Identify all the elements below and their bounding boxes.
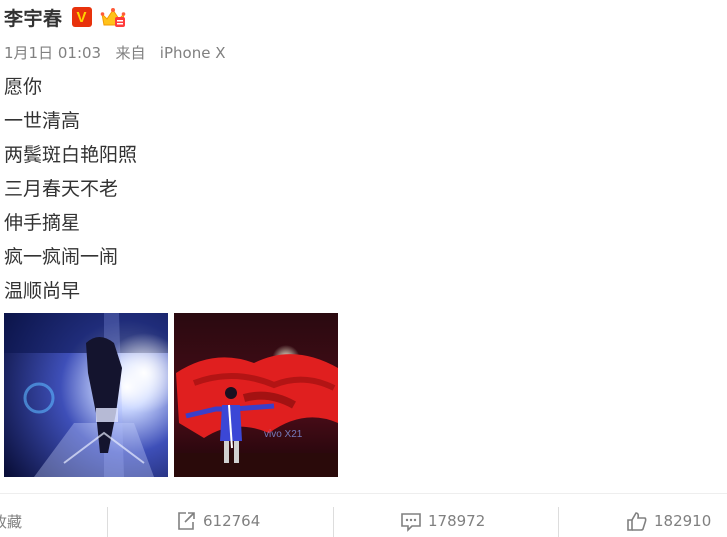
post-photo-1[interactable] xyxy=(4,313,168,477)
comment-icon xyxy=(401,513,421,532)
post-header: 李宇春 V xyxy=(4,3,126,31)
source-prefix: 来自 xyxy=(115,44,146,62)
post-text: 愿你 一世清高 两鬓斑白艳阳照 三月春天不老 伸手摘星 疯一疯闹一闹 温顺尚早 xyxy=(4,70,137,308)
post-line: 一世清高 xyxy=(4,110,81,132)
post-line: 两鬓斑白艳阳照 xyxy=(4,144,138,166)
action-divider xyxy=(107,507,108,537)
username[interactable]: 李宇春 xyxy=(4,4,63,31)
post-line: 疯一疯闹一闹 xyxy=(4,246,119,268)
repost-button[interactable]: 612764 xyxy=(175,509,260,533)
verified-v-icon: V xyxy=(71,7,92,27)
post-meta: 1月1日 01:03 来自 iPhone X xyxy=(4,42,225,63)
like-button[interactable]: 182910 xyxy=(626,509,711,533)
favorite-label: 收藏 xyxy=(0,512,23,531)
like-icon xyxy=(627,512,647,531)
post-line: 三月春天不老 xyxy=(4,178,119,200)
post-action-bar: 收藏 612764 178972 182910 xyxy=(0,493,727,537)
photo-banner-text: vivo X21 xyxy=(264,429,303,440)
comment-count: 178972 xyxy=(428,512,486,530)
post-line: 愿你 xyxy=(4,76,43,98)
favorite-button[interactable]: 收藏 xyxy=(0,509,22,533)
post-photo-2[interactable]: vivo X21 xyxy=(174,313,338,477)
crown-icon[interactable] xyxy=(100,5,126,29)
repost-icon xyxy=(178,512,195,530)
like-count: 182910 xyxy=(654,512,712,530)
post-timestamp[interactable]: 1月1日 01:03 xyxy=(4,44,101,62)
comment-button[interactable]: 178972 xyxy=(400,509,485,533)
post-line: 伸手摘星 xyxy=(4,212,81,234)
action-divider xyxy=(558,507,559,537)
action-divider xyxy=(333,507,334,537)
post-line: 温顺尚早 xyxy=(4,280,81,302)
source-device[interactable]: iPhone X xyxy=(160,44,226,62)
repost-count: 612764 xyxy=(203,512,261,530)
